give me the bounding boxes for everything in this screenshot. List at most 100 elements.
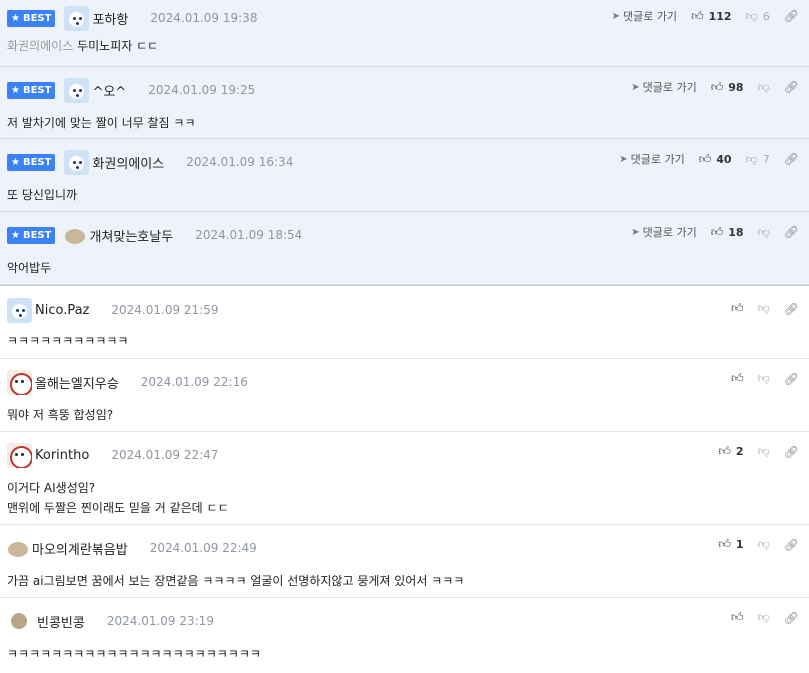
avatar[interactable] [7, 369, 32, 395]
link-icon[interactable]: 🔗︎ [784, 80, 799, 94]
star-icon: ★ [11, 12, 20, 24]
comment-date: 2024.01.09 22:16 [140, 375, 248, 389]
best-badge: ★ BEST [7, 81, 56, 99]
nickname[interactable]: 올해는엘지우승 [35, 373, 119, 392]
thumbs-down-icon: 👎︎ [745, 151, 758, 166]
thumbs-down-icon: 👎︎ [757, 537, 770, 551]
avatar[interactable] [64, 223, 86, 248]
upvote-button[interactable]: 👍︎ [731, 301, 744, 316]
nickname[interactable]: 마오의계란볶음밥 [32, 539, 128, 558]
comment-date: 2024.01.09 19:25 [148, 83, 256, 97]
thumbs-up-icon: 👍︎ [691, 8, 704, 23]
comment-best-2: ★ BEST ^오^ 2024.01.09 19:25 ➤ 댓글로 가기 👍︎ 98 … [0, 67, 809, 139]
link-icon[interactable]: 🔗︎ [784, 9, 799, 23]
goto-comment-link[interactable]: ➤ 댓글로 가기 [612, 8, 678, 24]
nickname[interactable]: 포하항 [92, 9, 128, 28]
comment-date: 2024.01.09 18:54 [195, 228, 303, 242]
downvote-button[interactable]: 👎︎ [758, 371, 770, 386]
upvote-button[interactable]: 👍︎ 112 [691, 9, 732, 24]
thumbs-up-icon: 👍︎ [710, 224, 724, 239]
avatar[interactable] [11, 613, 27, 629]
nickname[interactable]: Nico.Paz [35, 303, 89, 318]
thumbs-up-icon: 👍︎ [718, 444, 731, 458]
comment-date: 2024.01.09 16:34 [186, 155, 294, 169]
avatar[interactable] [7, 442, 32, 468]
best-badge: ★ BEST [7, 226, 56, 244]
downvote-button[interactable]: 👎︎ [758, 225, 770, 240]
thumbs-up-icon: 👍︎ [698, 151, 712, 166]
link-icon[interactable]: 🔗︎ [784, 225, 799, 239]
thumbs-down-icon: 👎︎ [757, 371, 770, 385]
comment-actions: ➤ 댓글로 가기 👍︎ 40 👎︎ 7 🔗︎ [619, 151, 799, 167]
comment-best-4: ★ BEST 개쳐맞는호날두 2024.01.09 18:54 ➤ 댓글로 가기 👍… [0, 212, 809, 285]
downvote-button[interactable]: 👎︎ 6 [746, 9, 770, 24]
link-icon[interactable]: 🔗︎ [784, 611, 799, 625]
thumbs-up-icon: 👍︎ [731, 371, 744, 385]
thumbs-down-icon: 👎︎ [745, 8, 758, 23]
comment-item: 올해는엘지우승 2024.01.09 22:16 👍︎ 👎︎ 🔗︎ 뭐야 저 흑… [0, 359, 809, 432]
reply-target[interactable]: 화권의에이스 [7, 39, 73, 53]
thumbs-down-icon: 👎︎ [757, 224, 770, 239]
link-icon[interactable]: 🔗︎ [784, 538, 799, 552]
link-icon[interactable]: 🔗︎ [784, 445, 799, 459]
comment-date: 2024.01.09 19:38 [150, 11, 258, 25]
upvote-button[interactable]: 👍︎ [731, 610, 744, 625]
upvote-button[interactable]: 👍︎ 98 [711, 80, 744, 95]
star-icon: ★ [11, 229, 20, 241]
upvote-button[interactable]: 👍︎ 1 [718, 537, 743, 552]
star-icon: ★ [11, 84, 20, 96]
downvote-button[interactable]: 👎︎ [758, 537, 770, 552]
send-arrow-icon: ➤ [631, 226, 640, 238]
nickname[interactable]: 빈콩빈콩 [37, 612, 85, 631]
comment-date: 2024.01.09 21:59 [111, 303, 219, 317]
best-badge: ★ BEST [7, 153, 56, 171]
comment-actions: 👍︎ 1 👎︎ 🔗︎ [718, 537, 799, 552]
nickname[interactable]: ^오^ [92, 81, 126, 100]
avatar[interactable] [64, 149, 90, 175]
thumbs-down-icon: 👎︎ [757, 79, 770, 94]
comment-item: Korintho 2024.01.09 22:47 👍︎ 2 👎︎ 🔗︎ 이거다 … [0, 432, 809, 525]
goto-comment-link[interactable]: ➤ 댓글로 가기 [619, 151, 685, 167]
upvote-button[interactable]: 👍︎ [731, 371, 744, 386]
thumbs-up-icon: 👍︎ [731, 301, 744, 315]
comment-date: 2024.01.09 22:47 [111, 448, 219, 462]
avatar[interactable] [64, 77, 90, 103]
nickname[interactable]: 화권의에이스 [92, 153, 164, 172]
send-arrow-icon: ➤ [619, 153, 628, 165]
comment-actions: 👍︎ 👎︎ 🔗︎ [731, 301, 799, 316]
goto-comment-link[interactable]: ➤ 댓글로 가기 [631, 79, 697, 95]
upvote-button[interactable]: 👍︎ 40 [699, 152, 732, 167]
avatar[interactable] [7, 297, 32, 323]
comment-item: 빈콩빈콩 2024.01.09 23:19 👍︎ 👎︎ 🔗︎ ㅋㅋㅋㅋㅋㅋㅋㅋㅋ… [0, 598, 809, 671]
send-arrow-icon: ➤ [611, 10, 620, 22]
send-arrow-icon: ➤ [631, 81, 640, 93]
comment-date: 2024.01.09 23:19 [106, 614, 214, 628]
link-icon[interactable]: 🔗︎ [784, 372, 799, 386]
comment-text: 두미노피자 ㄷㄷ [77, 39, 159, 53]
nickname[interactable]: Korintho [35, 448, 89, 463]
downvote-button[interactable]: 👎︎ [758, 301, 770, 316]
star-icon: ★ [11, 156, 20, 168]
comment-date: 2024.01.09 22:49 [149, 541, 257, 555]
link-icon[interactable]: 🔗︎ [784, 152, 799, 166]
avatar[interactable] [64, 5, 90, 31]
downvote-button[interactable]: 👎︎ [758, 444, 770, 459]
avatar[interactable] [7, 536, 29, 561]
downvote-button[interactable]: 👎︎ 7 [746, 152, 770, 167]
downvote-button[interactable]: 👎︎ [758, 80, 770, 95]
upvote-button[interactable]: 👍︎ 2 [718, 444, 743, 459]
comment-actions: ➤ 댓글로 가기 👍︎ 112 👎︎ 6 🔗︎ [612, 8, 799, 24]
downvote-button[interactable]: 👎︎ [758, 610, 770, 625]
link-icon[interactable]: 🔗︎ [784, 302, 799, 316]
comment-text: 악어밥두 [7, 261, 52, 275]
comment-actions: ➤ 댓글로 가기 👍︎ 18 👎︎ 🔗︎ [631, 224, 799, 240]
thumbs-down-icon: 👎︎ [757, 610, 770, 624]
comment-best-3: ★ BEST 화권의에이스 2024.01.09 16:34 ➤ 댓글로 가기 👍︎… [0, 139, 809, 212]
upvote-button[interactable]: 👍︎ 18 [711, 225, 744, 240]
comment-item: Nico.Paz 2024.01.09 21:59 👍︎ 👎︎ 🔗︎ ㅋㅋㅋㅋㅋ… [0, 289, 809, 359]
comment-actions: 👍︎ 👎︎ 🔗︎ [731, 371, 799, 386]
comment-actions: ➤ 댓글로 가기 👍︎ 98 👎︎ 🔗︎ [631, 79, 799, 95]
nickname[interactable]: 개쳐맞는호날두 [89, 226, 173, 245]
comment-best-1: ★ BEST 포하항 2024.01.09 19:38 ➤ 댓글로 가기 👍︎ 112… [0, 0, 809, 67]
goto-comment-link[interactable]: ➤ 댓글로 가기 [631, 224, 697, 240]
